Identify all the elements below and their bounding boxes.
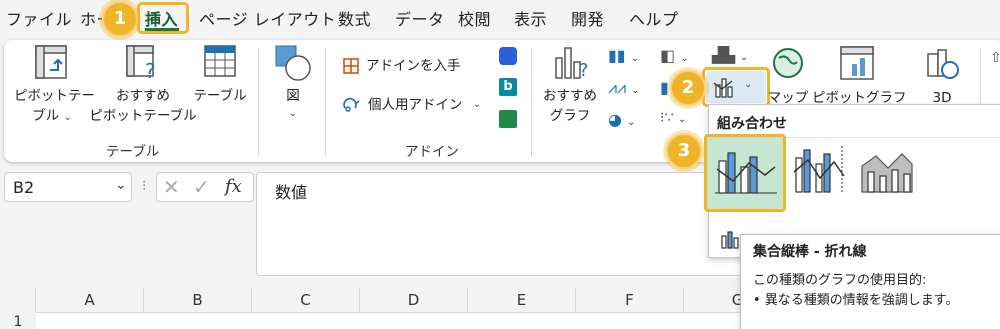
tab-file[interactable]: ファイル [6, 6, 72, 30]
ribbon-divider [531, 48, 532, 156]
combo-clustered-column-line-option[interactable] [704, 134, 786, 212]
pivot-table-icon[interactable] [34, 44, 68, 80]
hierarchy-chart-icon[interactable]: ◧ ⌄ [660, 46, 689, 65]
line-chart-icon[interactable]: ⩘⩘ ⌄ [608, 78, 640, 98]
step-badge-3: 3 [666, 133, 702, 169]
formula-controls: ✕ ✓ fx [156, 172, 254, 202]
insert-function-icon[interactable]: fx [225, 176, 242, 197]
column-header[interactable]: D [360, 288, 468, 312]
column-header[interactable]: A [36, 288, 144, 312]
column-header[interactable]: B [144, 288, 252, 312]
chevron-down-icon[interactable]: ⌄ [280, 104, 306, 124]
select-all-corner[interactable] [0, 288, 36, 312]
tab-help[interactable]: ヘルプ [629, 6, 679, 30]
ribbon-divider [325, 48, 326, 156]
statistic-chart-icon[interactable]: ▮ [660, 78, 669, 97]
get-addins-label[interactable]: アドインを入手 [366, 56, 461, 76]
enter-icon[interactable]: ✓ [193, 175, 210, 199]
chart-tooltip: 集合縦棒 - 折れ線 この種類のグラフの使用目的: • 異なる種類の情報を強調し… [740, 234, 1000, 329]
chevron-down-icon: ⌄ [677, 114, 687, 125]
bing-icon[interactable]: b [499, 78, 517, 96]
chevron-down-icon: ⌄ [627, 117, 636, 128]
people-graph-icon[interactable] [499, 110, 517, 128]
addins-group-label: アドイン [405, 144, 459, 160]
step-badge-1: 1 [102, 1, 138, 37]
combo-clustered-column-line-secondary-option[interactable] [790, 142, 850, 202]
tooltip-title: 集合縦棒 - 折れ線 [753, 244, 867, 260]
chevron-down-icon: ⌄ [680, 53, 689, 64]
name-box-value: B2 [13, 178, 35, 197]
sparkline-icon[interactable]: ⇧ [990, 50, 1000, 66]
chevron-down-icon: ⌄ [739, 52, 749, 63]
combo-chart-highlight [702, 67, 770, 107]
pivot-table-label-2[interactable]: ブル ⌄ [14, 106, 90, 128]
column-header[interactable]: F [576, 288, 684, 312]
more-options-icon[interactable]: ⁝ [142, 178, 146, 194]
chevron-down-icon: ⌄ [630, 53, 640, 64]
recommended-charts-label-2[interactable]: グラフ [540, 106, 600, 126]
tab-developer[interactable]: 開発 [571, 6, 604, 30]
recommended-charts-label-1[interactable]: おすすめ [540, 86, 600, 106]
custom-combo-chart-icon[interactable] [720, 230, 742, 250]
column-header[interactable]: C [252, 288, 360, 312]
cancel-icon[interactable]: ✕ [163, 175, 180, 199]
tab-view[interactable]: 表示 [514, 6, 547, 30]
ribbon-divider [258, 48, 259, 156]
recommended-pivot-icon[interactable]: ? [125, 44, 161, 83]
recommended-pivot-label-2[interactable]: ピボットテーブル [85, 106, 201, 126]
pie-chart-icon[interactable]: ◕ ⌄ [608, 110, 635, 129]
chevron-down-icon[interactable]: ⌄ [472, 95, 482, 115]
tab-data[interactable]: データ [395, 6, 445, 30]
table-label[interactable]: テーブル [190, 86, 250, 106]
tab-review[interactable]: 校閲 [458, 6, 491, 30]
chevron-down-icon: ⌄ [63, 112, 72, 123]
formula-value: 数値 [275, 183, 308, 202]
waterfall-chart-icon[interactable]: ▟▙ ⌄ [712, 46, 748, 64]
tooltip-line-1: この種類のグラフの使用目的: [753, 273, 927, 288]
name-box[interactable]: B2 ⌄ [4, 172, 132, 202]
tab-page-layout[interactable]: ページ レイアウト [199, 6, 336, 30]
svg-text:?: ? [145, 59, 156, 82]
pivot-table-label-1[interactable]: ピボットテー [14, 86, 95, 106]
row-header[interactable]: 1 [0, 312, 36, 329]
svg-text:?: ? [579, 60, 589, 81]
my-addins-icon[interactable] [342, 96, 362, 114]
table-icon[interactable] [203, 44, 237, 80]
tables-group-label: テーブル [106, 144, 160, 160]
pivot-table-label-2-text: ブル [32, 108, 60, 124]
tab-formulas[interactable]: 数式 [338, 6, 371, 30]
recommended-charts-icon[interactable]: ? [552, 44, 592, 82]
scatter-chart-icon[interactable]: ⁝∵ ⌄ [660, 110, 686, 126]
step-badge-2: 2 [670, 70, 706, 106]
illustrations-icon[interactable] [274, 44, 314, 84]
my-addins-label[interactable]: 個人用アドイン [368, 95, 463, 115]
get-addins-icon[interactable] [342, 57, 360, 75]
illustrations-label[interactable]: 図 [280, 86, 306, 106]
visio-icon[interactable] [499, 47, 517, 65]
column-header[interactable]: E [468, 288, 576, 312]
dropdown-section-title: 組み合わせ [717, 116, 787, 132]
column-chart-icon[interactable]: ▮▮ ⌄ [608, 46, 639, 65]
maps-icon[interactable] [771, 46, 805, 80]
tooltip-line-2: • 異なる種類の情報を強調します。 [753, 293, 959, 308]
insert-tab-highlight [137, 2, 189, 34]
recommended-pivot-label-1[interactable]: おすすめ [95, 86, 191, 106]
combo-stacked-area-column-option[interactable] [858, 142, 918, 202]
3d-map-icon[interactable] [924, 46, 960, 82]
pivot-chart-icon[interactable] [838, 44, 876, 82]
chevron-down-icon[interactable]: ⌄ [115, 177, 127, 193]
chevron-down-icon: ⌄ [631, 85, 640, 96]
